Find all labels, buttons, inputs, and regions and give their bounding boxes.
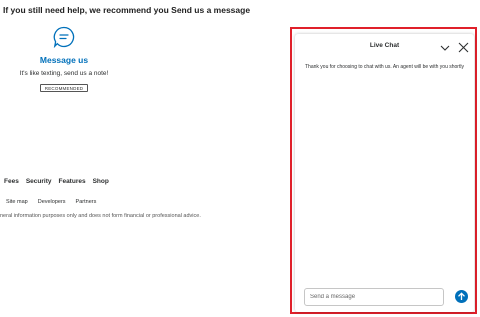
recommended-badge: RECOMMENDED (39, 84, 89, 92)
send-message-input[interactable] (304, 288, 444, 306)
agent-wait-message: Thank you for choosing to chat with us. … (305, 64, 464, 70)
footer-link-partners[interactable]: Partners (76, 199, 97, 205)
chat-bubble-icon (53, 26, 75, 48)
live-chat-panel: Live Chat Thank you for choosing to chat… (295, 34, 474, 312)
message-us-description: It's like texting, send us a note! (19, 70, 109, 77)
close-icon[interactable] (458, 40, 469, 53)
footer-link-features[interactable]: Features (58, 178, 85, 185)
live-chat-header: Live Chat (295, 34, 474, 58)
message-us-title[interactable]: Message us (8, 55, 120, 65)
help-heading: If you still need help, we recommend you… (3, 5, 251, 15)
chat-composer (304, 288, 471, 308)
footer-sub-nav: Site map Developers Partners (6, 199, 96, 205)
footer-link-site-map[interactable]: Site map (6, 199, 28, 205)
chevron-down-icon[interactable] (440, 40, 450, 51)
send-button[interactable] (455, 290, 468, 303)
arrow-up-icon (458, 292, 465, 300)
footer-link-security[interactable]: Security (26, 178, 52, 185)
message-us-card[interactable]: Message us It's like texting, send us a … (8, 26, 120, 95)
footer-disclaimer: neral information purposes only and does… (0, 213, 201, 219)
footer-nav: Fees Security Features Shop (4, 178, 109, 185)
footer-link-fees[interactable]: Fees (4, 178, 19, 185)
footer-link-developers[interactable]: Developers (38, 199, 66, 205)
footer-link-shop[interactable]: Shop (93, 178, 109, 185)
